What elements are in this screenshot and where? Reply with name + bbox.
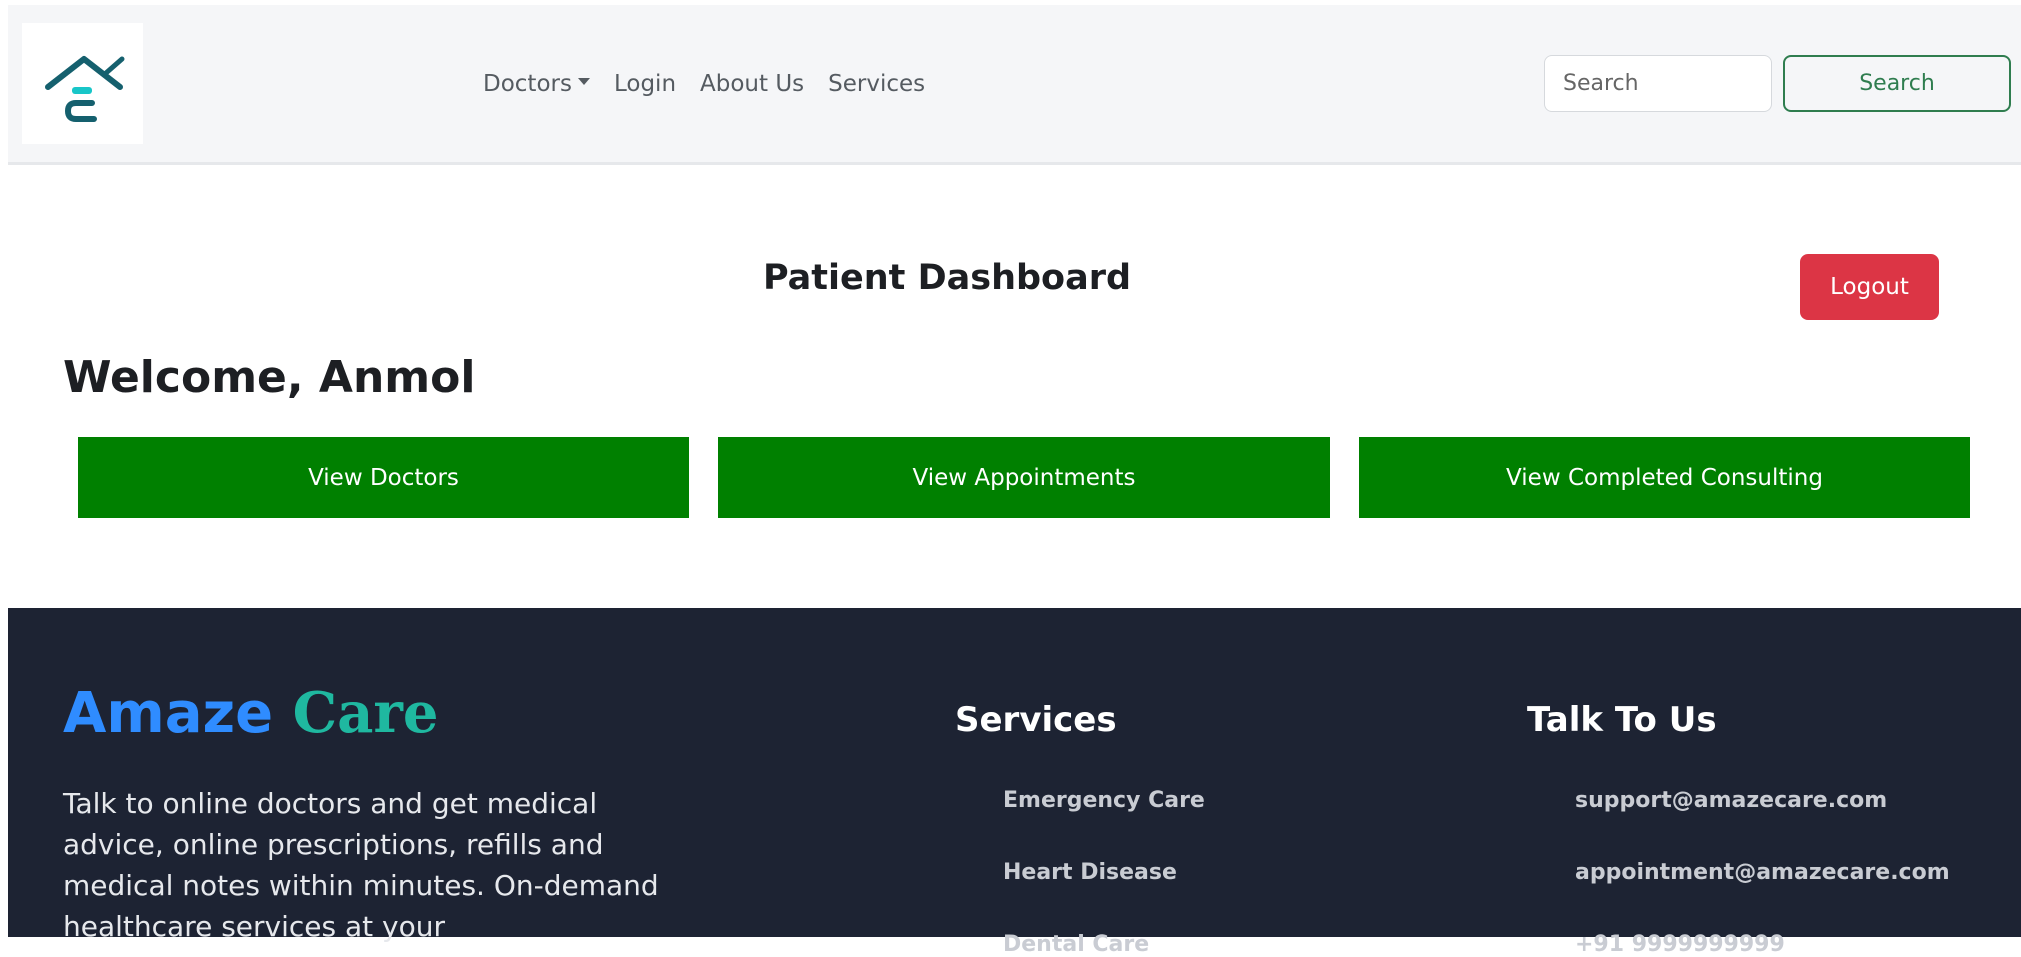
search-input[interactable] (1544, 55, 1772, 112)
nav-doctors-dropdown[interactable]: Doctors (483, 71, 590, 97)
nav-services[interactable]: Services (828, 71, 925, 97)
view-appointments-button[interactable]: View Appointments (718, 437, 1330, 518)
nav-doctors-label: Doctors (483, 71, 572, 97)
nav-about-us[interactable]: About Us (700, 71, 804, 97)
view-completed-consulting-button[interactable]: View Completed Consulting (1359, 437, 1970, 518)
footer-contact-link[interactable]: support@amazecare.com (1575, 788, 1887, 813)
search-button[interactable]: Search (1783, 55, 2011, 112)
logo[interactable] (22, 23, 143, 144)
nav-links: Doctors Login About Us Services (483, 71, 949, 97)
brand-part-amaze: Amaze (63, 681, 274, 746)
footer-brand: Amaze Care (63, 680, 439, 746)
footer-service-link[interactable]: Dental Care (1003, 932, 1149, 957)
footer-services-title: Services (955, 700, 1117, 740)
navbar: Doctors Login About Us Services Search (8, 5, 2021, 165)
footer: Amaze Care Talk to online doctors and ge… (8, 608, 2021, 957)
footer-contact-title: Talk To Us (1527, 700, 1717, 740)
welcome-heading: Welcome, Anmol (63, 352, 476, 403)
logout-button[interactable]: Logout (1800, 254, 1939, 320)
page-title: Patient Dashboard (762, 258, 1132, 298)
footer-service-link[interactable]: Emergency Care (1003, 788, 1205, 813)
footer-service-link[interactable]: Heart Disease (1003, 860, 1177, 885)
view-doctors-button[interactable]: View Doctors (78, 437, 689, 518)
footer-contact-link[interactable]: +91 9999999999 (1575, 932, 1785, 957)
footer-about-text: Talk to online doctors and get medical a… (63, 787, 659, 943)
footer-contact-link[interactable]: appointment@amazecare.com (1575, 860, 1950, 885)
nav-login[interactable]: Login (614, 71, 676, 97)
chevron-down-icon (577, 78, 590, 85)
brand-part-care: Care (292, 680, 439, 746)
house-logo-icon (45, 56, 125, 122)
